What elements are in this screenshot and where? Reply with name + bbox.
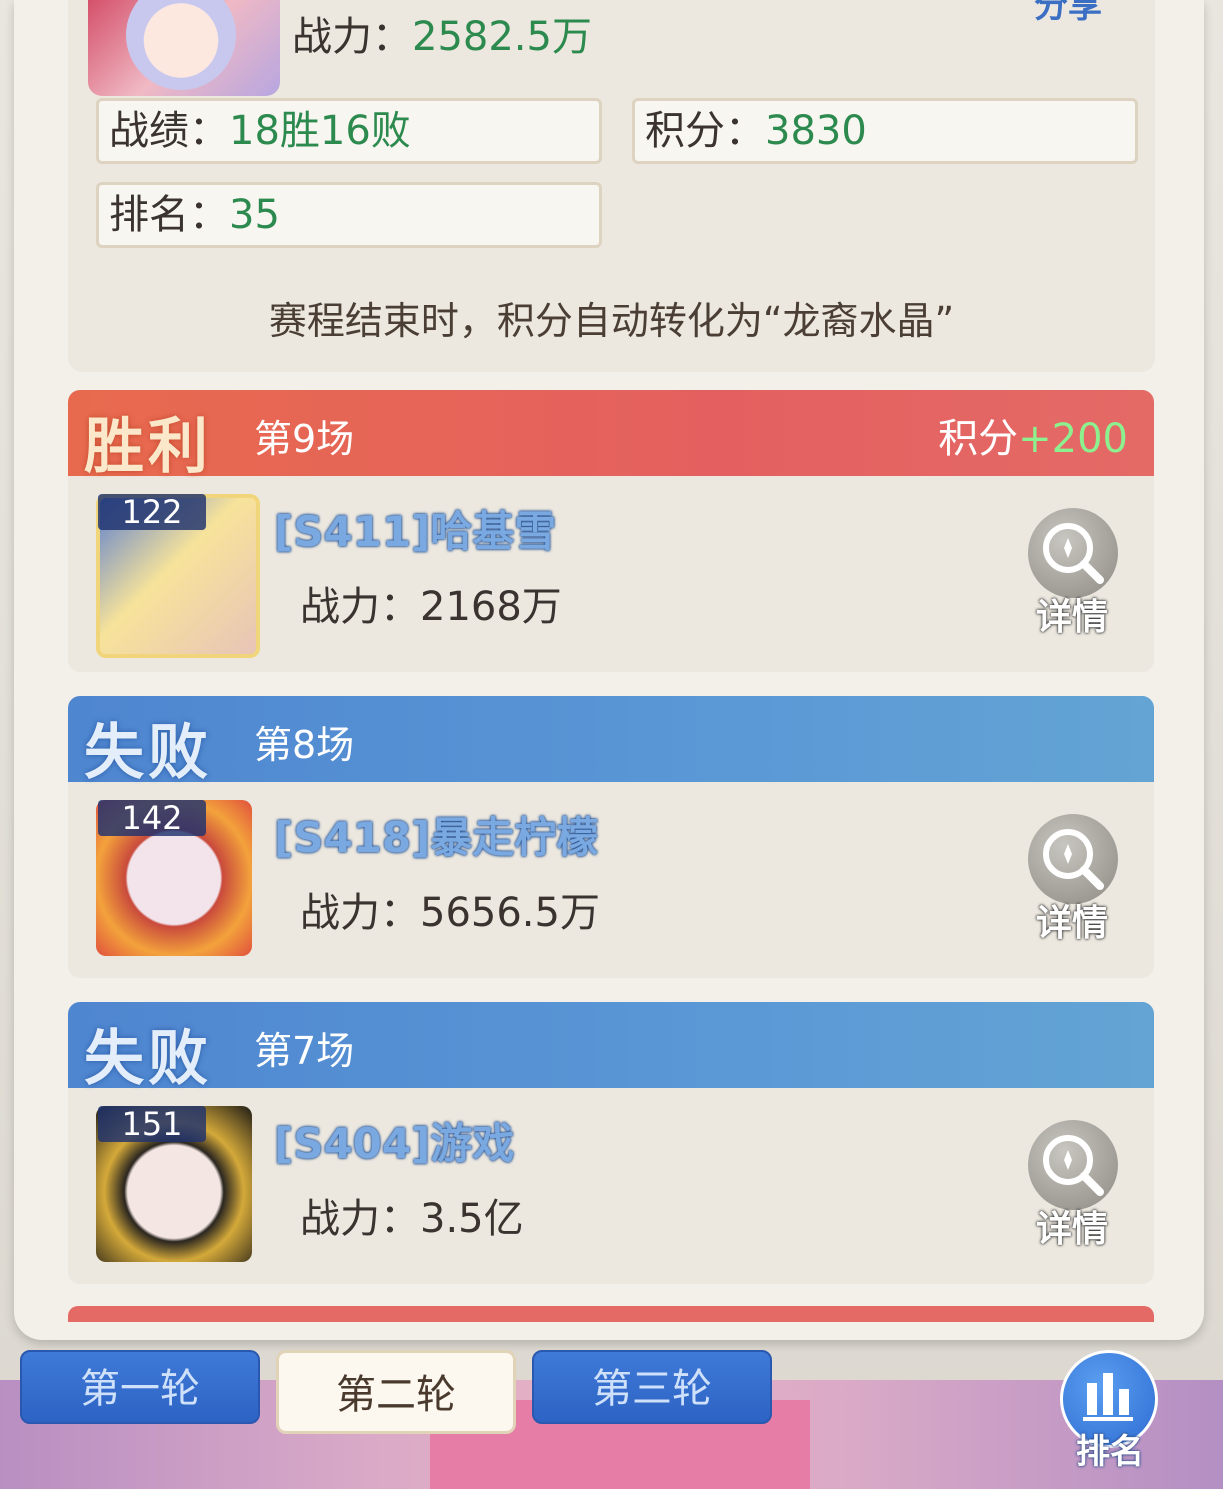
score-label: 积分 xyxy=(938,416,1019,462)
share-button[interactable]: 分享 xyxy=(1034,0,1102,27)
score-value: +200 xyxy=(1018,416,1128,462)
rank-value: 35 xyxy=(229,192,280,238)
next-match-header-edge xyxy=(68,1306,1154,1322)
match-header: 失败 第7场 xyxy=(68,1002,1154,1094)
match-card: 失败 第8场 142 [S418]暴走柠檬 战力：5656.5万 详情 xyxy=(68,696,1154,978)
opponent-power: 战力：3.5亿 xyxy=(300,1186,524,1244)
opponent-name[interactable]: [S404]游戏 xyxy=(274,1110,514,1171)
conversion-note: 赛程结束时，积分自动转化为“龙裔水晶” xyxy=(268,299,955,343)
result-label: 失败 xyxy=(84,718,212,788)
points-value: 3830 xyxy=(765,108,867,154)
detail-button[interactable]: 详情 xyxy=(1024,508,1120,638)
power-label: 战力： xyxy=(292,14,412,60)
tab-round-3[interactable]: 第三轮 xyxy=(532,1350,772,1424)
rank-box: 排名：35 xyxy=(96,182,602,248)
opponent-level: 122 xyxy=(98,494,206,530)
magnifier-icon xyxy=(1028,1120,1118,1210)
opponent-level: 151 xyxy=(98,1106,206,1142)
record-label: 战绩： xyxy=(109,108,229,154)
player-power: 战力：2582.5万 xyxy=(292,4,592,62)
detail-label: 详情 xyxy=(1035,597,1108,638)
magnifier-icon-svg xyxy=(1043,1135,1104,1196)
round-label: 第7场 xyxy=(254,1029,355,1073)
detail-button[interactable]: 详情 xyxy=(1024,814,1120,944)
points-box: 积分：3830 xyxy=(632,98,1138,164)
match-header: 失败 第8场 xyxy=(68,696,1154,788)
ranking-button[interactable]: 排名 xyxy=(1060,1350,1160,1472)
opponent-name[interactable]: [S411]哈基雪 xyxy=(274,498,556,559)
magnifier-icon xyxy=(1028,508,1118,598)
detail-label: 详情 xyxy=(1035,903,1108,944)
opponent-level: 142 xyxy=(98,800,206,836)
avatar-portrait xyxy=(126,0,236,90)
record-box: 战绩：18胜16败 xyxy=(96,98,602,164)
record-value: 18胜16败 xyxy=(229,108,411,154)
tab-round-2[interactable]: 第二轮 xyxy=(276,1350,516,1434)
match-card: 失败 第7场 151 [S404]游戏 战力：3.5亿 详情 xyxy=(68,1002,1154,1284)
detail-label: 详情 xyxy=(1035,1209,1108,1250)
magnifier-icon xyxy=(1028,814,1118,904)
round-label: 第9场 xyxy=(254,417,355,461)
magnifier-icon-svg xyxy=(1043,829,1104,890)
opponent-power: 战力：5656.5万 xyxy=(300,880,600,938)
power-label: 战力： xyxy=(300,890,420,936)
opponent-name[interactable]: [S418]暴走柠檬 xyxy=(274,804,598,865)
power-value: 2582.5万 xyxy=(412,14,592,60)
opponent-power: 战力：2168万 xyxy=(300,574,562,632)
power-value: 5656.5万 xyxy=(420,890,600,936)
match-card: 胜利 第9场 积分+200 122 [S411]哈基雪 战力：2168万 详情 xyxy=(68,390,1154,672)
points-label: 积分： xyxy=(645,108,765,154)
magnifier-icon-svg xyxy=(1043,523,1104,584)
rank-label: 排名： xyxy=(109,192,229,238)
ranking-label: 排名 xyxy=(1076,1432,1144,1472)
detail-button[interactable]: 详情 xyxy=(1024,1120,1120,1250)
power-value: 2168万 xyxy=(420,584,562,630)
score-change: 积分+200 xyxy=(938,406,1128,464)
match-header: 胜利 第9场 积分+200 xyxy=(68,390,1154,482)
round-label: 第8场 xyxy=(254,723,355,767)
tab-round-1[interactable]: 第一轮 xyxy=(20,1350,260,1424)
power-value: 3.5亿 xyxy=(420,1196,524,1242)
player-avatar[interactable] xyxy=(88,0,280,96)
power-label: 战力： xyxy=(300,584,420,630)
result-label: 失败 xyxy=(84,1024,212,1094)
result-label: 胜利 xyxy=(84,412,212,482)
power-label: 战力： xyxy=(300,1196,420,1242)
